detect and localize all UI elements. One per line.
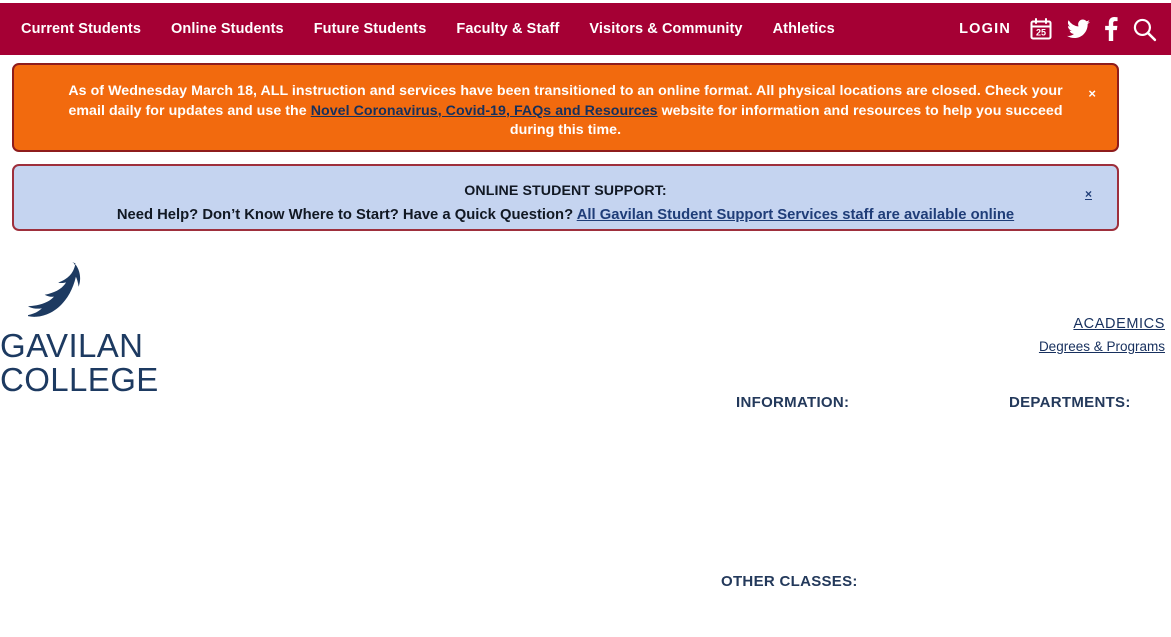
logo-text-gavilan: GAVILAN <box>0 327 144 364</box>
login-button[interactable]: LOGIN <box>959 21 1011 37</box>
covid-alert-text: As of Wednesday March 18, ALL instructio… <box>54 82 1077 141</box>
student-support-banner: ONLINE STUDENT SUPPORT: Need Help? Don’t… <box>12 164 1119 231</box>
svg-text:25: 25 <box>1036 28 1046 38</box>
page-root: Current Students Online Students Future … <box>0 0 1171 637</box>
departments-column-heading: DEPARTMENTS: <box>1009 394 1131 411</box>
nav-item-future-students[interactable]: Future Students <box>299 15 442 43</box>
nav-item-current-students[interactable]: Current Students <box>6 15 156 43</box>
degrees-and-programs-link[interactable]: Degrees & Programs <box>1039 337 1165 357</box>
nav-item-athletics[interactable]: Athletics <box>758 15 850 43</box>
student-support-title: ONLINE STUDENT SUPPORT: <box>464 183 667 199</box>
nav-utility-group: LOGIN 25 <box>959 17 1171 42</box>
student-support-question: Need Help? Don’t Know Where to Start? Ha… <box>116 207 577 223</box>
nav-item-faculty-staff[interactable]: Faculty & Staff <box>441 15 574 43</box>
covid-resources-link[interactable]: Novel Coronavirus, Covid-19, FAQs and Re… <box>311 103 658 119</box>
student-support-close-icon[interactable]: × <box>1085 188 1092 200</box>
primary-nav-list: Current Students Online Students Future … <box>0 15 850 43</box>
other-classes-column-heading: OTHER CLASSES: <box>721 573 858 590</box>
academics-link[interactable]: ACADEMICS <box>1039 314 1165 334</box>
site-logo[interactable]: GAVILAN COLLEGE <box>0 257 210 398</box>
nav-item-online-students[interactable]: Online Students <box>156 15 299 43</box>
facebook-icon[interactable] <box>1104 17 1118 41</box>
logo-text-college: COLLEGE <box>0 361 159 398</box>
quick-links-group: ACADEMICS Degrees & Programs <box>1039 314 1165 357</box>
information-column-heading: INFORMATION: <box>736 394 850 411</box>
nav-item-visitors-community[interactable]: Visitors & Community <box>574 15 757 43</box>
hawk-bird-icon <box>25 257 210 327</box>
covid-alert-close-icon[interactable]: × <box>1088 87 1096 100</box>
covid-alert-banner: As of Wednesday March 18, ALL instructio… <box>12 63 1119 152</box>
student-support-services-link[interactable]: All Gavilan Student Support Services sta… <box>577 207 1014 223</box>
twitter-icon[interactable] <box>1067 19 1090 39</box>
student-support-question-line: Need Help? Don’t Know Where to Start? Ha… <box>54 204 1077 226</box>
calendar-icon[interactable]: 25 <box>1029 17 1053 41</box>
top-navigation-bar: Current Students Online Students Future … <box>0 3 1171 55</box>
search-icon[interactable] <box>1132 17 1157 42</box>
